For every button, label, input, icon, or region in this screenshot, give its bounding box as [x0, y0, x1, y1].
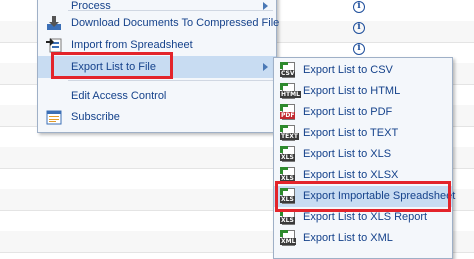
html-file-icon: HTML [280, 83, 301, 100]
submenu-item-export-xls[interactable]: XLS Export List to XLS [274, 144, 452, 165]
menu-item-subscribe[interactable]: Subscribe [38, 106, 276, 128]
submenu-item-label: Export List to XLS Report [303, 211, 428, 223]
submenu-item-label: Export List to XML [303, 232, 393, 244]
submenu-item-export-html[interactable]: HTML Export List to HTML [274, 81, 452, 102]
xml-file-icon: XML [280, 230, 297, 247]
menu-item-import-spreadsheet[interactable]: Import from Spreadsheet [38, 34, 276, 56]
submenu-item-label: Export List to PDF [303, 106, 393, 118]
submenu-item-label: Export List to XLS [303, 148, 392, 160]
submenu-item-export-xls-report[interactable]: XLS Export List to XLS Report [274, 207, 452, 228]
pdf-file-icon: PDF [280, 104, 296, 121]
xlsx-file-icon: XLS [280, 167, 296, 184]
menu-item-label: Edit Access Control [71, 90, 167, 102]
export-submenu: CSV Export List to CSV HTML Export List … [273, 57, 456, 259]
info-icon[interactable]: i [353, 1, 365, 13]
submenu-item-label: Export List to HTML [303, 85, 401, 97]
submenu-item-export-importable-spreadsheet[interactable]: XLS Export Importable Spreadsheet [274, 186, 456, 207]
submenu-item-label: Export List to CSV [303, 64, 393, 76]
xls-file-icon: XLS [280, 209, 296, 226]
menu-item-label: Download Documents To Compressed File [71, 17, 280, 29]
submenu-item-label: Export Importable Spreadsheet [303, 190, 456, 202]
submenu-arrow-icon [263, 63, 268, 71]
submenu-arrow-icon [263, 2, 268, 10]
submenu-item-export-csv[interactable]: CSV Export List to CSV [274, 60, 452, 81]
subscribe-icon [46, 109, 62, 125]
menu-item-label: Import from Spreadsheet [71, 39, 193, 51]
menu-item-label: Subscribe [71, 111, 120, 123]
submenu-item-label: Export List to TEXT [303, 127, 399, 139]
import-icon [46, 37, 62, 53]
submenu-item-export-xml[interactable]: XML Export List to XML [274, 228, 452, 249]
submenu-item-label: Export List to XLSX [303, 169, 399, 181]
info-icon[interactable]: i [353, 22, 365, 34]
menu-item-label: Export List to File [71, 61, 156, 73]
menu-divider [68, 80, 273, 81]
submenu-item-export-pdf[interactable]: PDF Export List to PDF [274, 102, 452, 123]
xls-file-icon: XLS [280, 146, 296, 163]
info-icon[interactable]: i [353, 43, 365, 55]
csv-file-icon: CSV [280, 62, 296, 79]
xls-file-icon: XLS [280, 188, 296, 205]
download-icon [46, 15, 62, 31]
menu-item-edit-access[interactable]: Edit Access Control [38, 85, 276, 107]
menu-item-download-compressed[interactable]: Download Documents To Compressed File [38, 12, 280, 34]
menu-divider [68, 10, 273, 11]
menu-item-export-list[interactable]: Export List to File [38, 56, 276, 78]
context-menu: Process Download Documents To Compressed… [37, 0, 280, 133]
submenu-item-export-text[interactable]: TEXT Export List to TEXT [274, 123, 452, 144]
text-file-icon: TEXT [280, 125, 299, 142]
submenu-item-export-xlsx[interactable]: XLS Export List to XLSX [274, 165, 452, 186]
